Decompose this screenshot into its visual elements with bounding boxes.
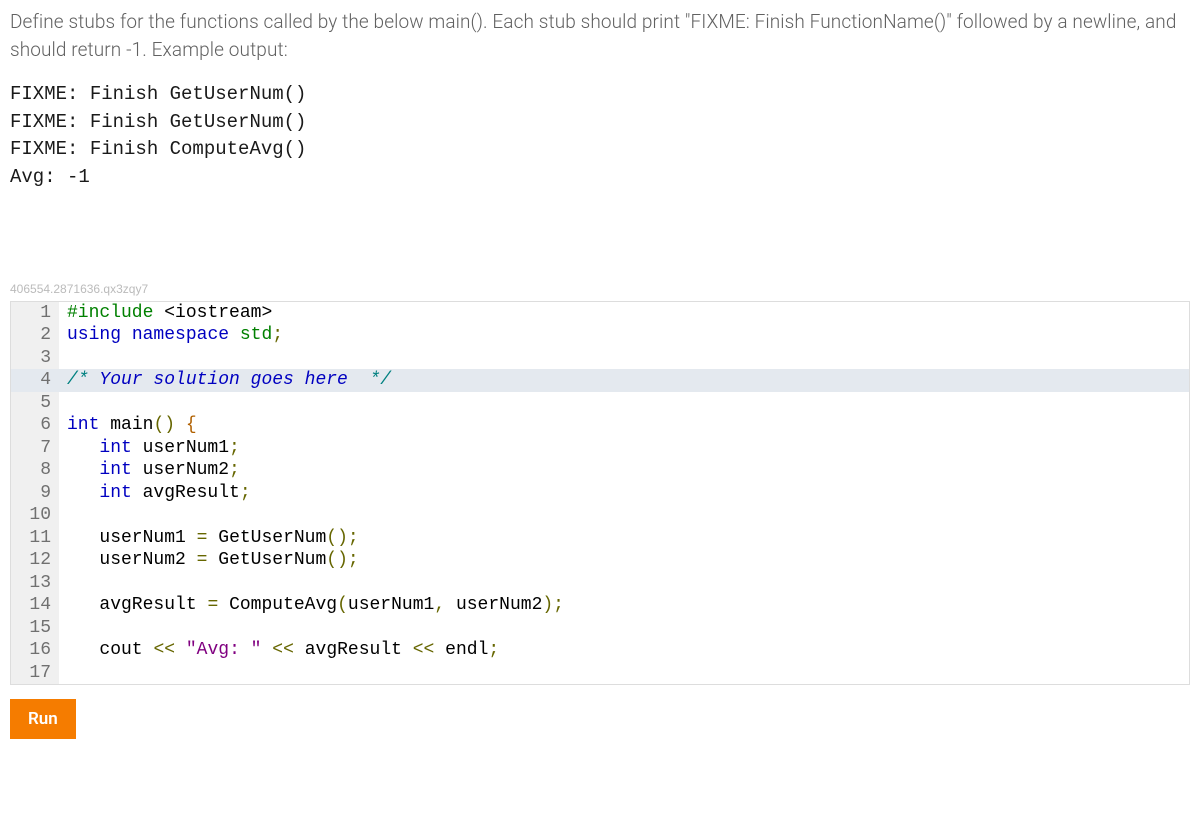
code-line[interactable] [59,347,1189,370]
code-row[interactable]: 3 [11,347,1189,370]
code-line[interactable]: cout << "Avg: " << avgResult << endl; [59,639,1189,662]
code-line[interactable] [59,572,1189,595]
watermark-id: 406554.2871636.qx3zqy7 [10,281,1190,298]
code-line[interactable]: int userNum1; [59,437,1189,460]
code-line[interactable] [59,392,1189,415]
code-row[interactable]: 4/* Your solution goes here */ [11,369,1189,392]
code-line[interactable]: /* Your solution goes here */ [59,369,1189,392]
code-line[interactable]: int avgResult; [59,482,1189,505]
code-line[interactable] [59,617,1189,640]
code-row[interactable]: 6int main() { [11,414,1189,437]
code-row[interactable]: 1#include <iostream> [11,302,1189,325]
code-row[interactable]: 17 [11,662,1189,685]
line-number: 11 [11,527,59,550]
run-button[interactable]: Run [10,699,76,739]
code-line[interactable] [59,662,1189,685]
line-number: 2 [11,324,59,347]
code-row[interactable]: 13 [11,572,1189,595]
code-line[interactable]: int userNum2; [59,459,1189,482]
code-row[interactable]: 7 int userNum1; [11,437,1189,460]
line-number: 8 [11,459,59,482]
example-output: FIXME: Finish GetUserNum() FIXME: Finish… [10,81,1190,191]
line-number: 16 [11,639,59,662]
line-number: 15 [11,617,59,640]
code-line[interactable]: #include <iostream> [59,302,1189,325]
line-number: 12 [11,549,59,572]
code-line[interactable]: int main() { [59,414,1189,437]
line-number: 10 [11,504,59,527]
line-number: 17 [11,662,59,685]
code-row[interactable]: 5 [11,392,1189,415]
code-row[interactable]: 2using namespace std; [11,324,1189,347]
code-line[interactable]: userNum1 = GetUserNum(); [59,527,1189,550]
line-number: 13 [11,572,59,595]
line-number: 6 [11,414,59,437]
line-number: 14 [11,594,59,617]
code-row[interactable]: 16 cout << "Avg: " << avgResult << endl; [11,639,1189,662]
code-row[interactable]: 15 [11,617,1189,640]
line-number: 5 [11,392,59,415]
code-row[interactable]: 14 avgResult = ComputeAvg(userNum1, user… [11,594,1189,617]
line-number: 3 [11,347,59,370]
code-editor[interactable]: 1#include <iostream>2using namespace std… [10,301,1190,686]
code-row[interactable]: 8 int userNum2; [11,459,1189,482]
code-line[interactable]: using namespace std; [59,324,1189,347]
code-row[interactable]: 12 userNum2 = GetUserNum(); [11,549,1189,572]
line-number: 4 [11,369,59,392]
code-line[interactable]: avgResult = ComputeAvg(userNum1, userNum… [59,594,1189,617]
code-row[interactable]: 10 [11,504,1189,527]
code-row[interactable]: 9 int avgResult; [11,482,1189,505]
code-row[interactable]: 11 userNum1 = GetUserNum(); [11,527,1189,550]
code-line[interactable] [59,504,1189,527]
line-number: 9 [11,482,59,505]
line-number: 1 [11,302,59,325]
problem-instructions: Define stubs for the functions called by… [10,8,1190,63]
line-number: 7 [11,437,59,460]
code-line[interactable]: userNum2 = GetUserNum(); [59,549,1189,572]
